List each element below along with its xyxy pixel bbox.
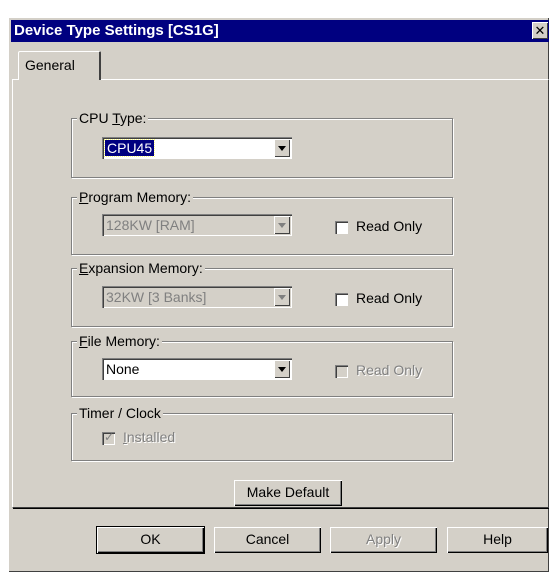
cpu-type-select[interactable]: CPU45 (102, 137, 292, 159)
apply-label: Apply (365, 531, 402, 547)
cpu-type-legend: CPU Type: (77, 110, 149, 126)
help-label: Help (483, 531, 512, 547)
expansion-memory-value: 32KW [3 Banks] (106, 289, 207, 305)
dialog-title: Device Type Settings [CS1G] (14, 22, 219, 39)
chevron-down-icon[interactable] (274, 139, 290, 157)
installed-checkbox (102, 430, 115, 445)
close-icon: ✕ (534, 23, 546, 38)
timer-clock-legend: Timer / Clock (77, 405, 163, 421)
tab-general[interactable]: General (18, 51, 101, 80)
device-type-settings-dialog: Device Type Settings [CS1G] ✕ General CP… (8, 17, 549, 572)
read-only-checkbox[interactable] (335, 220, 348, 234)
cpu-type-group: CPU Type: CPU45 (71, 110, 453, 178)
read-only-checkbox (335, 364, 348, 378)
file-memory-select[interactable]: None (102, 358, 292, 380)
file-memory-value: None (106, 361, 140, 377)
expansion-memory-select[interactable]: 32KW [3 Banks] (102, 286, 292, 308)
installed-label: Installed (123, 429, 176, 445)
program-memory-group: Program Memory: 128KW [RAM] Read Only (71, 189, 453, 255)
read-only-label: Read Only (356, 218, 423, 234)
make-default-button[interactable]: Make Default (234, 480, 342, 506)
chevron-down-icon[interactable] (274, 288, 290, 306)
read-only-label: Read Only (356, 362, 423, 378)
read-only-label: Read Only (356, 290, 423, 306)
help-button[interactable]: Help (447, 527, 548, 553)
ok-button[interactable]: OK (96, 526, 205, 554)
program-memory-read-only[interactable]: Read Only (335, 218, 422, 234)
file-memory-group: File Memory: None Read Only (71, 333, 453, 397)
cpu-type-value: CPU45 (103, 139, 156, 157)
expansion-memory-read-only[interactable]: Read Only (335, 290, 422, 306)
timer-clock-group: Timer / Clock Installed (71, 405, 453, 461)
expansion-memory-legend: Expansion Memory: (77, 260, 205, 276)
program-memory-legend: Program Memory: (77, 189, 194, 205)
chevron-down-icon[interactable] (274, 216, 290, 234)
ok-label: OK (140, 531, 161, 547)
title-bar[interactable]: Device Type Settings [CS1G] ✕ (11, 20, 549, 42)
chevron-down-icon[interactable] (274, 360, 290, 378)
cancel-label: Cancel (245, 531, 290, 547)
file-memory-read-only: Read Only (335, 362, 422, 378)
close-button[interactable]: ✕ (532, 22, 548, 39)
general-tab-panel: CPU Type: CPU45 Program Memory: 128KW [R… (12, 79, 549, 508)
read-only-checkbox[interactable] (335, 292, 348, 306)
tab-general-label: General (25, 57, 75, 73)
make-default-label: Make Default (246, 484, 330, 500)
program-memory-value: 128KW [RAM] (106, 217, 195, 233)
expansion-memory-group: Expansion Memory: 32KW [3 Banks] Read On… (71, 260, 453, 327)
program-memory-select[interactable]: 128KW [RAM] (102, 214, 292, 236)
file-memory-legend: File Memory: (77, 333, 162, 349)
cancel-button[interactable]: Cancel (214, 527, 321, 553)
installed-option: Installed (102, 429, 175, 445)
apply-button[interactable]: Apply (330, 527, 437, 553)
